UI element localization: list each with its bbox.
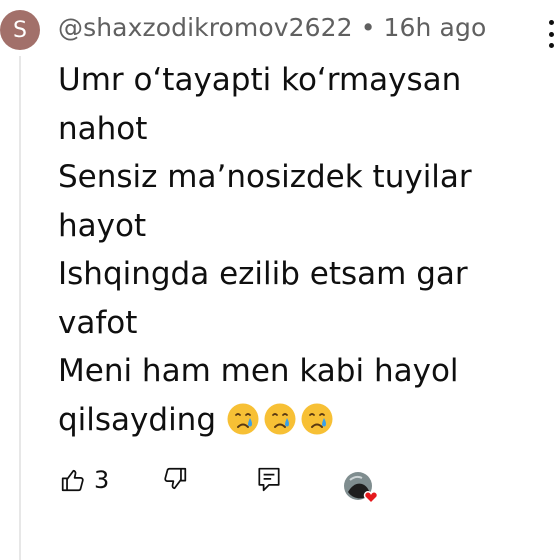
like-count: 3 bbox=[94, 466, 110, 494]
comment-line: vafot bbox=[58, 304, 138, 341]
comment-line: Umr oʻtayapti koʻrmaysan bbox=[58, 62, 462, 98]
creator-heart-icon bbox=[344, 472, 379, 505]
crying-face-emoji bbox=[264, 403, 296, 434]
more-options-icon[interactable] bbox=[546, 20, 556, 48]
comment-line: Sensiz maʼnosizdek tuyilar bbox=[58, 159, 472, 195]
like-button[interactable]: 3 bbox=[60, 466, 109, 494]
emoji-group bbox=[226, 402, 334, 436]
comment-header: @shaxzodikromov2622 • 16h ago bbox=[58, 13, 486, 42]
crying-face-emoji bbox=[301, 403, 333, 434]
comment-actions: 3 bbox=[58, 466, 538, 506]
crying-face-emoji bbox=[227, 403, 259, 434]
comment-line: nahot bbox=[58, 110, 148, 147]
comment-line: hayot bbox=[58, 207, 147, 244]
comment-line: qilsayding bbox=[58, 401, 217, 438]
thumbs-down-icon bbox=[164, 467, 187, 490]
comment-last-line: qilsayding bbox=[58, 396, 528, 445]
comment-avatar[interactable]: S bbox=[0, 10, 40, 50]
thumbs-up-icon bbox=[61, 469, 84, 492]
comment-line: Ishqingda ezilib etsam gar bbox=[58, 256, 468, 292]
dislike-button[interactable] bbox=[162, 466, 188, 492]
separator-dot: • bbox=[360, 13, 376, 42]
comment-time: 16h ago bbox=[383, 13, 487, 42]
comment-line: Meni ham men kabi hayol bbox=[58, 353, 459, 389]
author-name[interactable]: @shaxzodikromov2622 bbox=[58, 13, 353, 42]
reply-icon bbox=[258, 467, 280, 492]
thread-line bbox=[19, 56, 21, 560]
reply-button[interactable] bbox=[256, 466, 282, 494]
comment-text: Umr oʻtayapti koʻrmaysan nahot Sensiz ma… bbox=[58, 56, 528, 444]
